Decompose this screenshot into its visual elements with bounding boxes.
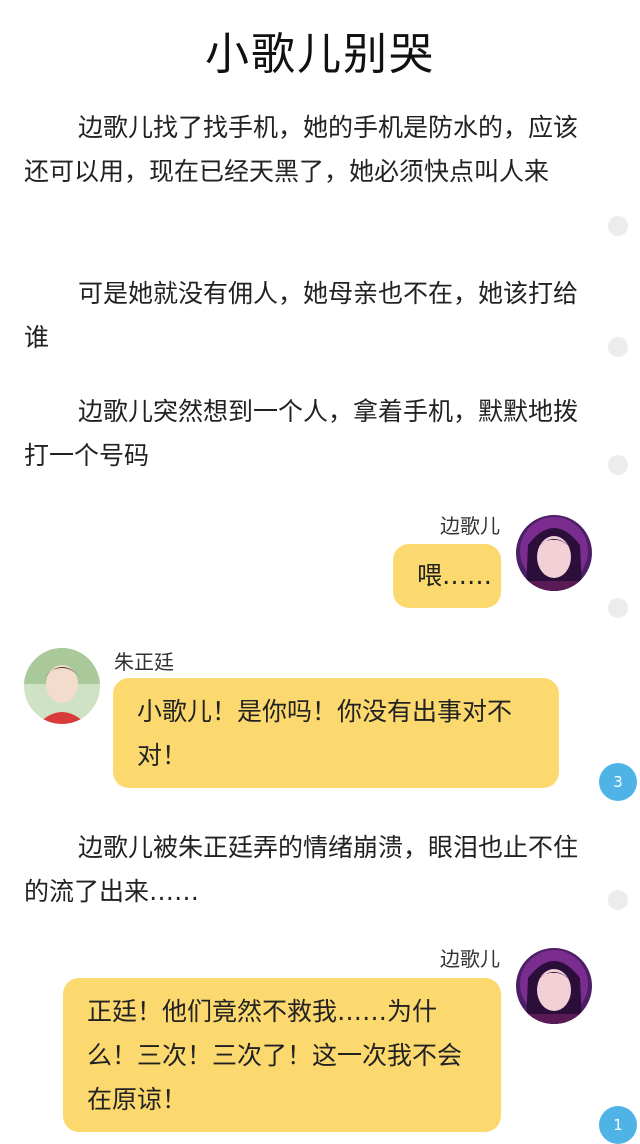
paragraph: 边歌儿突然想到一个人，拿着手机，默默地拨打一个号码 bbox=[24, 397, 579, 470]
chat-bubble: 正廷！他们竟然不救我……为什么！三次！三次了！这一次我不会在原谅！ bbox=[63, 978, 501, 1132]
comment-dot[interactable] bbox=[608, 455, 628, 475]
avatar[interactable] bbox=[516, 515, 592, 591]
avatar[interactable] bbox=[516, 948, 592, 1024]
paragraph: 边歌儿找了找手机，她的手机是防水的，应该还可以用，现在已经天黑了，她必须快点叫人… bbox=[24, 113, 579, 186]
comment-dot[interactable] bbox=[608, 890, 628, 910]
comment-dot[interactable] bbox=[608, 216, 628, 236]
chat-bubble: 小歌儿！是你吗！你没有出事对不对！ bbox=[113, 678, 559, 788]
speaker-name: 边歌儿 bbox=[440, 514, 500, 538]
chapter-title: 小歌儿别哭 bbox=[205, 29, 435, 80]
chat-bubble: 喂…… bbox=[393, 544, 501, 608]
speaker-name: 边歌儿 bbox=[440, 947, 500, 971]
paragraph: 可是她就没有佣人，她母亲也不在，她该打给谁 bbox=[24, 279, 579, 352]
comment-dot[interactable] bbox=[608, 337, 628, 357]
paragraph: 边歌儿被朱正廷弄的情绪崩溃，眼泪也止不住的流了出来…… bbox=[24, 833, 579, 906]
avatar[interactable] bbox=[24, 648, 100, 724]
comment-count-badge[interactable]: 3 bbox=[599, 763, 637, 801]
comment-dot[interactable] bbox=[608, 598, 628, 618]
speaker-name: 朱正廷 bbox=[114, 650, 174, 674]
comment-count-badge[interactable]: 1 bbox=[599, 1106, 637, 1144]
